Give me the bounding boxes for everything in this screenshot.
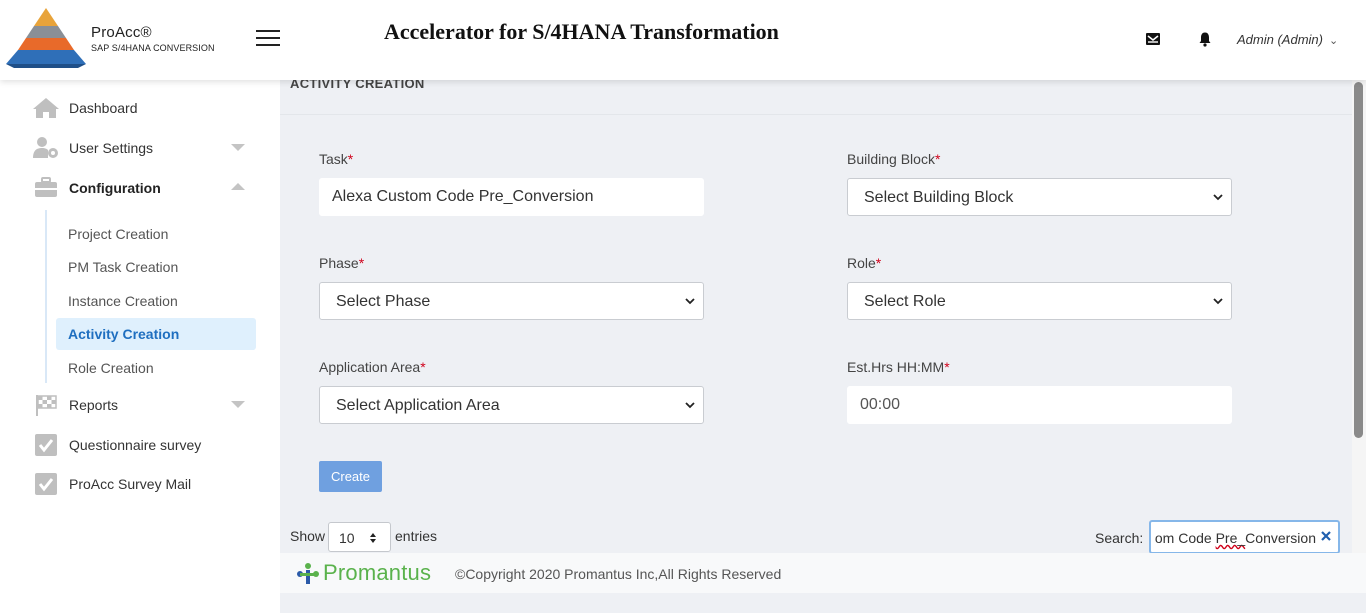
user-name: Admin (Admin) xyxy=(1237,32,1323,47)
brand-name: ProAcc® xyxy=(91,24,152,41)
promantus-logo-text: Promantus xyxy=(323,560,432,585)
page-title: ACTIVITY CREATION xyxy=(290,80,425,91)
chevron-down-icon xyxy=(685,298,695,305)
sidebar-item-user-settings[interactable]: User Settings xyxy=(30,136,260,160)
search-label: Search: xyxy=(1095,530,1144,546)
sidebar-item-label: Questionnaire survey xyxy=(69,437,202,453)
application-area-label: Application Area* xyxy=(319,359,426,375)
menu-toggle-icon[interactable] xyxy=(256,30,280,46)
chevron-down-icon: ⌄ xyxy=(1328,35,1339,47)
brand: ProAcc® SAP S/4HANA CONVERSION xyxy=(91,24,215,53)
building-block-label: Building Block* xyxy=(847,151,941,167)
checkered-flag-icon xyxy=(36,395,57,416)
page-scrollbar[interactable] xyxy=(1352,80,1366,553)
sidebar-subitem-project-creation[interactable]: Project Creation xyxy=(56,218,256,250)
chevron-down-icon xyxy=(685,402,695,409)
footer: Promantus ©Copyright 2020 Promantus Inc,… xyxy=(280,553,1366,593)
sidebar-item-proacc-survey-mail[interactable]: ProAcc Survey Mail xyxy=(30,472,260,496)
sidebar-subitem-role-creation[interactable]: Role Creation xyxy=(56,352,256,384)
copyright-text: ©Copyright 2020 Promantus Inc,All Rights… xyxy=(455,566,782,582)
checkbox-icon xyxy=(35,434,57,456)
select-value: Select Phase xyxy=(336,293,431,310)
divider xyxy=(280,114,1352,115)
updown-arrows-icon xyxy=(370,533,376,543)
select-value: 10 xyxy=(339,530,355,546)
create-button[interactable]: Create xyxy=(319,461,382,492)
brand-subtitle: SAP S/4HANA CONVERSION xyxy=(91,43,215,53)
submenu-rail xyxy=(45,210,47,383)
sidebar-subitem-instance-creation[interactable]: Instance Creation xyxy=(56,285,256,317)
sidebar-subitem-label: Project Creation xyxy=(68,226,169,242)
sidebar-item-questionnaire-survey[interactable]: Questionnaire survey xyxy=(30,433,260,457)
phase-select[interactable]: Select Phase xyxy=(319,282,704,320)
caret-down-icon xyxy=(231,144,245,151)
app-title: Accelerator for S/4HANA Transformation xyxy=(384,19,779,44)
select-value: Select Building Block xyxy=(864,189,1014,206)
sidebar-subitem-label: Instance Creation xyxy=(68,293,178,309)
select-value: Select Role xyxy=(864,293,946,310)
sidebar-item-reports[interactable]: Reports xyxy=(30,393,260,417)
role-label: Role* xyxy=(847,255,882,271)
sidebar-subitem-activity-creation[interactable]: Activity Creation xyxy=(56,318,256,350)
sidebar-item-label: Reports xyxy=(69,397,119,413)
sidebar-subitem-label: Activity Creation xyxy=(68,326,180,342)
sidebar-subitem-label: Role Creation xyxy=(68,360,154,376)
caret-down-icon xyxy=(231,401,245,408)
home-icon xyxy=(33,98,59,118)
sidebar-subitem-pm-task-creation[interactable]: PM Task Creation xyxy=(56,251,256,283)
clear-icon[interactable] xyxy=(1320,529,1332,543)
role-select[interactable]: Select Role xyxy=(847,282,1232,320)
bottom-strip xyxy=(280,593,1366,613)
est-hrs-label: Est.Hrs HH:MM* xyxy=(847,359,950,375)
est-hrs-input[interactable] xyxy=(847,386,1232,424)
application-area-select[interactable]: Select Application Area xyxy=(319,386,704,424)
bell-icon[interactable] xyxy=(1197,31,1213,47)
top-header: ProAcc® SAP S/4HANA CONVERSION Accelerat… xyxy=(0,0,1366,80)
show-label: Show xyxy=(290,528,326,544)
checkbox-icon xyxy=(35,473,57,495)
sidebar-item-label: Configuration xyxy=(69,180,161,196)
caret-up-icon xyxy=(231,183,245,190)
user-settings-icon xyxy=(33,137,58,158)
promantus-mark-icon xyxy=(297,563,319,584)
sidebar-subitem-label: PM Task Creation xyxy=(68,259,179,275)
select-value: Select Application Area xyxy=(336,397,500,414)
entries-per-page-select[interactable]: 10 xyxy=(328,522,391,552)
entries-label: entries xyxy=(395,528,438,544)
chevron-down-icon xyxy=(1213,194,1223,201)
sidebar-item-configuration[interactable]: Configuration xyxy=(30,176,260,200)
scrollbar-thumb[interactable] xyxy=(1354,82,1363,438)
main-content: ACTIVITY CREATION Task* Building Block* … xyxy=(280,80,1352,553)
sidebar-item-label: ProAcc Survey Mail xyxy=(69,476,192,492)
search-input[interactable]: om Code Pre_Conversion xyxy=(1149,520,1340,553)
sidebar: Dashboard User Settings Configuration Pr… xyxy=(0,80,280,613)
chevron-down-icon xyxy=(1213,298,1223,305)
mail-icon[interactable] xyxy=(1145,31,1161,47)
task-label: Task* xyxy=(319,151,354,167)
phase-label: Phase* xyxy=(319,255,365,271)
sidebar-item-dashboard[interactable]: Dashboard xyxy=(30,96,260,120)
briefcase-icon xyxy=(35,177,57,197)
building-block-select[interactable]: Select Building Block xyxy=(847,178,1232,216)
sidebar-item-label: User Settings xyxy=(69,140,154,156)
user-menu[interactable]: Admin (Admin) ⌄ xyxy=(1237,32,1338,47)
task-input[interactable] xyxy=(319,178,704,216)
sidebar-item-label: Dashboard xyxy=(69,100,138,116)
proacc-logo xyxy=(6,8,86,68)
search-value: om Code Pre_Conversion xyxy=(1154,530,1316,546)
